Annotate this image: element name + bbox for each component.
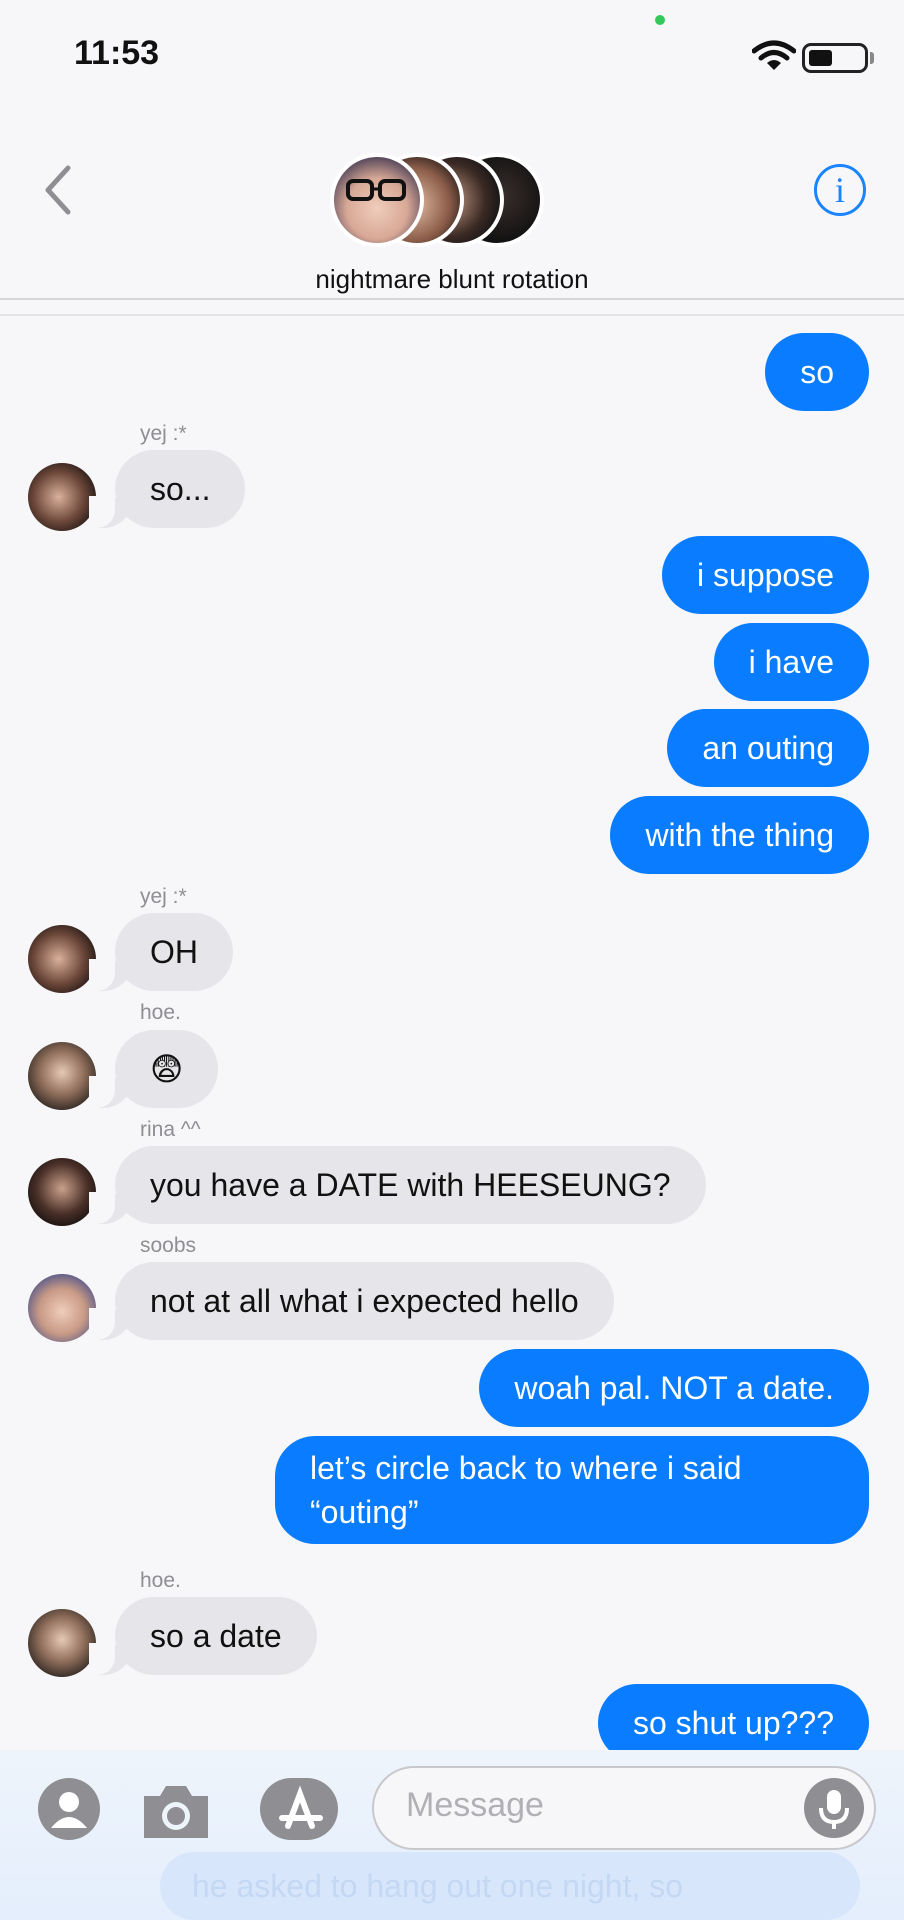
message-bubble-outgoing[interactable]: i have (713, 623, 869, 701)
glasses-icon (346, 179, 406, 201)
message-bubble-outgoing[interactable]: i suppose (662, 536, 869, 614)
message-bubble-incoming[interactable]: OH (89, 913, 233, 991)
sender-name: soobs (140, 1234, 197, 1257)
status-time: 11:53 (74, 34, 160, 72)
message-bubble-outgoing[interactable]: so (765, 333, 869, 411)
message-input-placeholder: Message (406, 1786, 544, 1824)
contact-icon[interactable] (38, 1778, 100, 1840)
message-bubble-outgoing[interactable]: an outing (667, 709, 869, 787)
sender-name: hoe. (140, 1001, 181, 1024)
wifi-icon (752, 40, 796, 70)
avatar[interactable] (28, 925, 96, 993)
avatar[interactable] (28, 1042, 96, 1110)
header-divider (0, 298, 904, 300)
message-bubble-incoming[interactable]: so a date (89, 1597, 317, 1675)
avatar-member-1 (330, 153, 424, 247)
message-bubble-incoming[interactable]: 😨 (88, 1030, 219, 1108)
draft-message-preview: he asked to hang out one night, so (160, 1852, 860, 1920)
battery-icon (802, 43, 868, 73)
message-bubble-outgoing[interactable]: let’s circle back to where i said “outin… (275, 1436, 869, 1544)
sender-name: yej :* (140, 422, 187, 445)
conversation-title[interactable]: nightmare blunt rotation (0, 264, 904, 295)
header-divider-secondary (0, 314, 904, 316)
app-store-icon[interactable] (260, 1778, 338, 1840)
battery-level (809, 50, 832, 66)
avatar[interactable] (28, 1274, 96, 1342)
back-chevron-icon[interactable] (42, 164, 72, 216)
microphone-icon[interactable] (804, 1778, 864, 1838)
sender-name: rina ^^ (140, 1118, 201, 1141)
message-bubble-outgoing[interactable]: with the thing (610, 796, 869, 874)
camera-icon[interactable] (138, 1780, 214, 1842)
camera-indicator-dot (655, 15, 665, 25)
info-button[interactable]: i (814, 164, 866, 216)
message-bubble-incoming[interactable]: not at all what i expected hello (89, 1262, 614, 1340)
message-bubble-incoming[interactable]: you have a DATE with HEESEUNG? (89, 1146, 706, 1224)
avatar[interactable] (28, 463, 96, 531)
message-bubble-outgoing[interactable]: woah pal. NOT a date. (479, 1349, 869, 1427)
message-bubble-incoming[interactable]: so... (88, 450, 246, 528)
sender-name: hoe. (140, 1569, 181, 1592)
avatar[interactable] (28, 1158, 96, 1226)
sender-name: yej :* (140, 885, 187, 908)
battery-tip (870, 52, 874, 64)
group-avatars[interactable] (330, 153, 550, 251)
avatar[interactable] (28, 1609, 96, 1677)
